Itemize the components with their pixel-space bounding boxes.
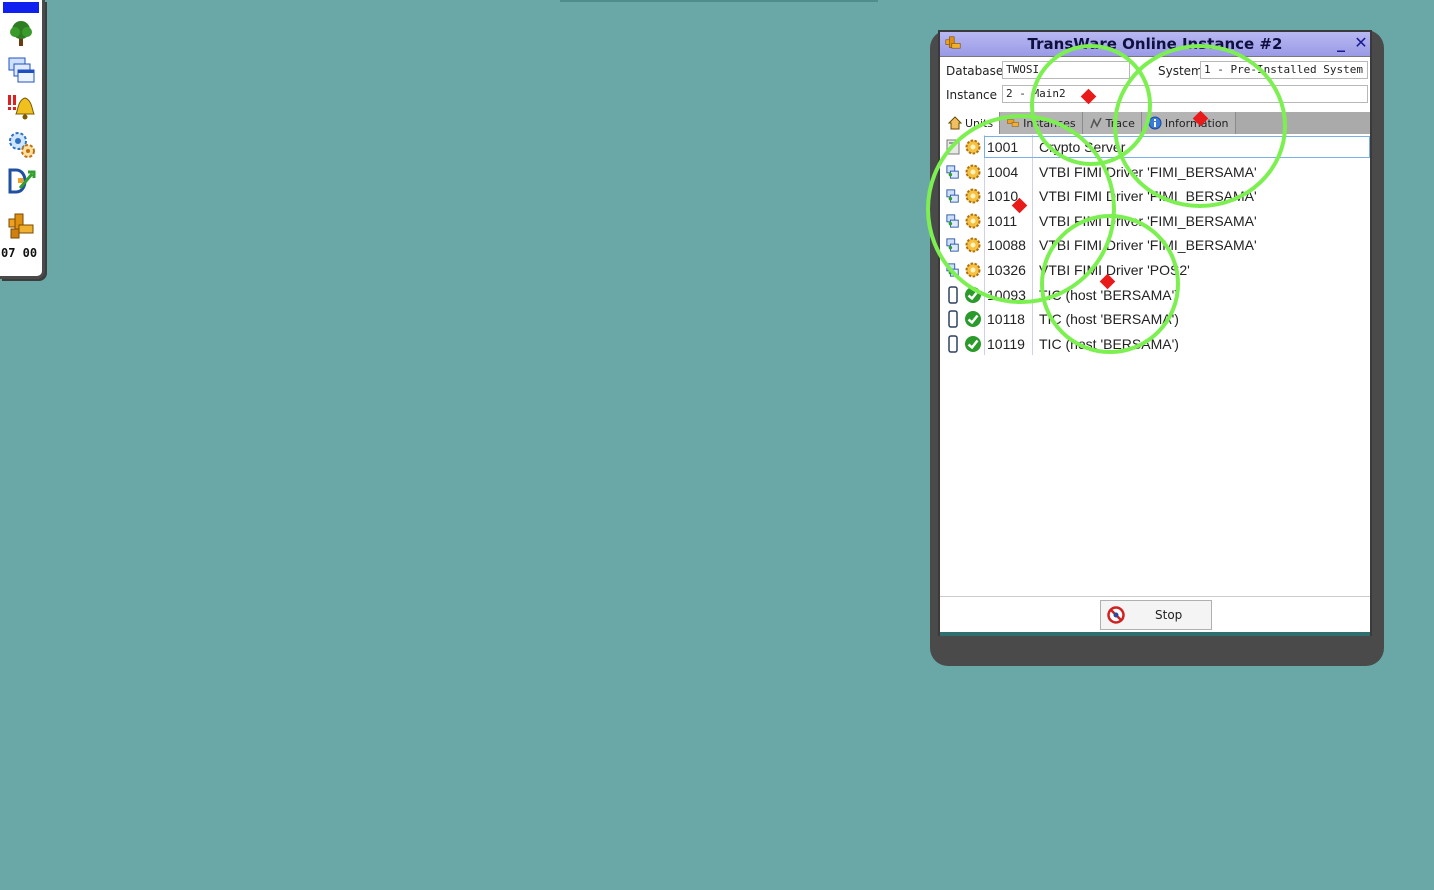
window-titlebar[interactable]: TransWare Online Instance #2 _ ✕	[940, 32, 1370, 57]
unit-id: 10088	[987, 237, 1026, 254]
gear-status-icon	[964, 236, 982, 254]
transware-icon	[8, 213, 34, 239]
instance-field[interactable]: 2 - Main2	[1002, 85, 1368, 103]
tab-units[interactable]: Units	[942, 112, 1001, 134]
gear-status-icon	[964, 187, 982, 205]
unit-row[interactable]: 10088 VTBI FIMI Driver 'FIMI_BERSAMA'	[942, 233, 1370, 257]
trace-icon	[1089, 117, 1102, 129]
stop-button-label: Stop	[1155, 608, 1183, 622]
tree-icon	[10, 21, 32, 46]
unit-name: VTBI FIMI Driver 'FIMI_BERSAMA'	[1039, 163, 1257, 180]
units-list: 1001 Crypto Server 1004 VTBI FIMI Driver 'F…	[942, 135, 1370, 595]
network-driver-icon	[946, 261, 960, 279]
unit-name: VTBI FIMI Driver 'POS2'	[1039, 262, 1190, 278]
stop-icon	[1107, 606, 1125, 624]
stop-button[interactable]: Stop	[1100, 600, 1212, 630]
unit-name: VTBI FIMI Driver 'FIMI_BERSAMA'	[1039, 188, 1257, 205]
unit-row[interactable]: 10118 TIC (host 'BERSAMA')	[942, 307, 1370, 331]
tab-trace[interactable]: Trace	[1082, 112, 1142, 134]
window-title: TransWare Online Instance #2	[1027, 35, 1283, 53]
gear-status-icon	[964, 261, 982, 279]
unit-id: 10119	[987, 335, 1025, 352]
gear-status-icon	[964, 163, 982, 181]
unit-row[interactable]: 1004 VTBI FIMI Driver 'FIMI_BERSAMA'	[942, 160, 1370, 184]
home-icon	[948, 116, 962, 130]
diagram-icon	[8, 168, 36, 194]
info-icon	[1148, 116, 1162, 130]
transware-window: TransWare Online Instance #2 _ ✕ Databas…	[938, 30, 1372, 636]
tab-instances-label: Instances	[1023, 116, 1076, 130]
network-driver-icon	[946, 163, 960, 181]
database-label: Database	[946, 64, 1004, 78]
dock-settings-button[interactable]	[3, 127, 39, 161]
system-field[interactable]: 1 - Pre-Installed System	[1200, 61, 1368, 79]
unit-id: 10326	[987, 262, 1026, 278]
device-icon	[946, 335, 960, 353]
unit-row[interactable]: 10119 TIC (host 'BERSAMA')	[942, 332, 1370, 356]
unit-row[interactable]: 10093 TIC (host 'BERSAMA')	[942, 283, 1370, 307]
gear-status-icon	[964, 212, 982, 230]
tab-units-label: Units	[965, 116, 994, 130]
unit-row[interactable]: 1001 Crypto Server	[942, 135, 1370, 159]
dock-clock: 07 00	[1, 246, 38, 260]
dock-diagram-button[interactable]	[3, 164, 39, 198]
gear-status-icon	[964, 138, 982, 156]
dock-tree-button[interactable]	[3, 16, 39, 50]
check-status-icon	[964, 286, 982, 304]
system-label: System	[1158, 64, 1203, 78]
check-status-icon	[964, 335, 982, 353]
tab-information[interactable]: Information	[1141, 112, 1236, 134]
unit-name: Crypto Server	[1039, 139, 1126, 155]
transware-icon	[1007, 119, 1019, 127]
database-field[interactable]: TWOSI	[1002, 61, 1130, 79]
transware-icon	[945, 36, 961, 49]
tab-trace-label: Trace	[1105, 116, 1135, 130]
unit-name: TIC (host 'BERSAMA')	[1039, 286, 1179, 303]
unit-row[interactable]: 1010 VTBI FIMI Driver 'FIMI_BERSAMA'	[942, 184, 1370, 208]
unit-row[interactable]: 1011 VTBI FIMI Driver 'FIMI_BERSAMA'	[942, 209, 1370, 233]
dock-transware-button[interactable]	[3, 209, 39, 243]
unit-name: TIC (host 'BERSAMA')	[1039, 335, 1179, 352]
unit-name: VTBI FIMI Driver 'FIMI_BERSAMA'	[1039, 212, 1257, 229]
unit-id: 1004	[987, 163, 1019, 180]
close-button[interactable]: ✕	[1352, 34, 1370, 52]
unit-id: 1001	[987, 139, 1019, 155]
unit-id: 10093	[987, 286, 1026, 303]
dock-header	[3, 2, 39, 13]
alarm-bell-icon	[8, 95, 35, 120]
network-driver-icon	[946, 212, 960, 230]
desktop-edge	[560, 0, 878, 2]
tab-information-label: Information	[1164, 116, 1229, 130]
unit-name: VTBI FIMI Driver 'FIMI_BERSAMA'	[1039, 237, 1257, 254]
device-icon	[946, 285, 960, 304]
gears-icon	[9, 132, 35, 158]
minimize-button[interactable]: _	[1332, 34, 1350, 52]
network-driver-icon	[946, 236, 960, 254]
window-bottom-border	[940, 632, 1370, 636]
dock-windows-button[interactable]	[3, 53, 39, 87]
unit-icon	[946, 138, 960, 156]
unit-id: 10118	[987, 311, 1025, 328]
windows-icon	[8, 57, 35, 83]
unit-id: 1010	[987, 188, 1019, 205]
dock-alarms-button[interactable]	[3, 90, 39, 124]
left-dock: 07 00	[0, 0, 45, 279]
device-icon	[946, 310, 960, 328]
footer-divider	[940, 596, 1370, 597]
tab-bar: Units Instances Trace Information	[942, 112, 1370, 134]
unit-name: TIC (host 'BERSAMA')	[1039, 311, 1179, 328]
instance-label: Instance	[946, 88, 998, 102]
tab-instances[interactable]: Instances	[1000, 112, 1083, 134]
check-status-icon	[964, 310, 982, 328]
unit-id: 1011	[987, 212, 1018, 229]
network-driver-icon	[946, 187, 960, 205]
unit-row[interactable]: 10326 VTBI FIMI Driver 'POS2'	[942, 258, 1370, 282]
